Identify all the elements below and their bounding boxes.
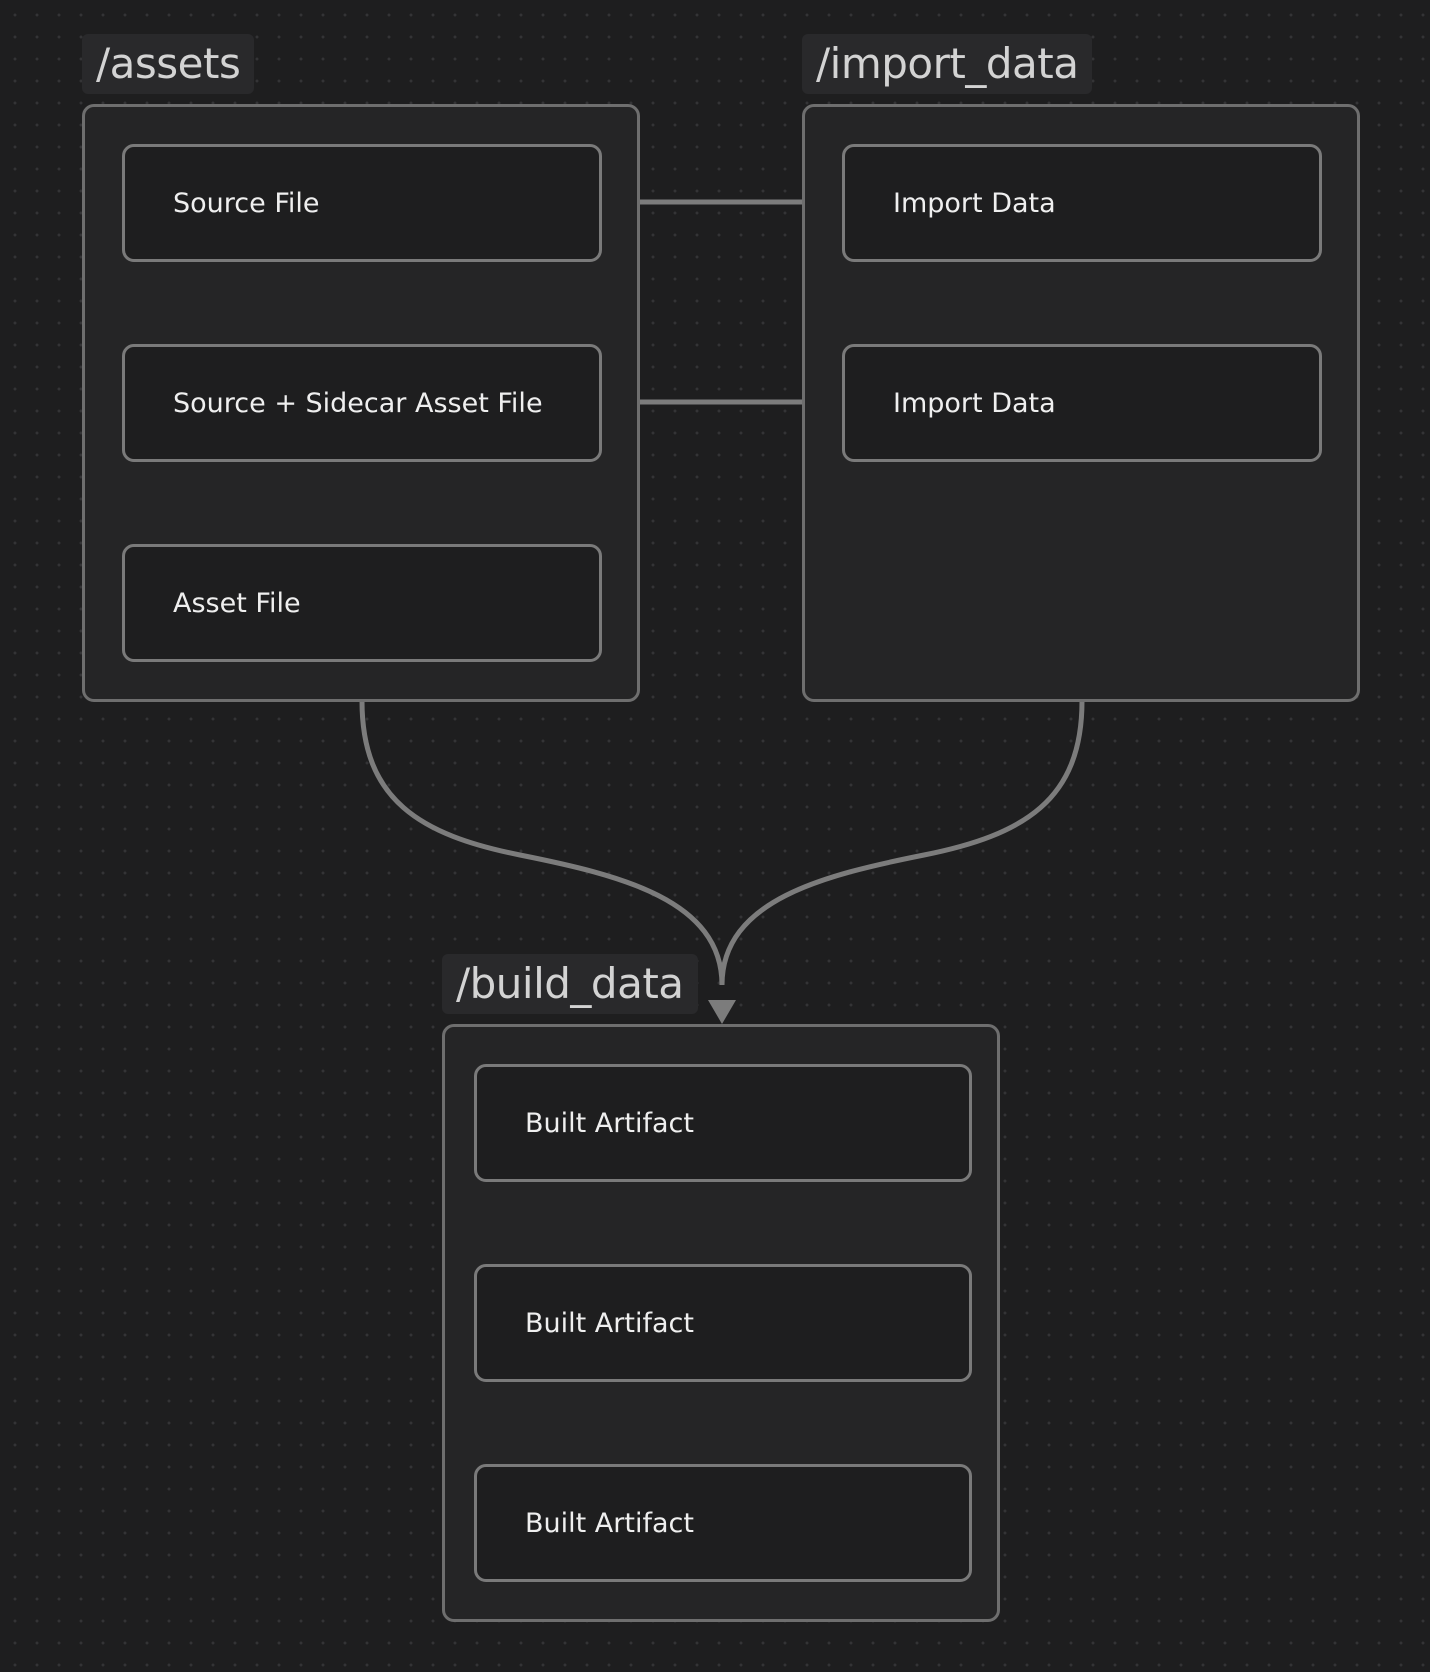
node-source-sidecar-asset-file[interactable]: Source + Sidecar Asset File bbox=[122, 344, 602, 462]
node-import-data-1[interactable]: Import Data bbox=[842, 144, 1322, 262]
group-label-import-data: /import_data bbox=[802, 34, 1093, 94]
node-built-artifact-1[interactable]: Built Artifact bbox=[474, 1064, 972, 1182]
group-label-build-data: /build_data bbox=[442, 954, 698, 1014]
node-source-file[interactable]: Source File bbox=[122, 144, 602, 262]
group-label-assets: /assets bbox=[82, 34, 255, 94]
arrowhead-to-build bbox=[708, 1000, 736, 1024]
node-built-artifact-2[interactable]: Built Artifact bbox=[474, 1264, 972, 1382]
edge-assets-to-build bbox=[359, 700, 725, 986]
diagram-canvas: /assets Source File Source + Sidecar Ass… bbox=[0, 0, 1430, 1672]
edge-import-to-build bbox=[719, 700, 1085, 986]
node-asset-file[interactable]: Asset File bbox=[122, 544, 602, 662]
node-import-data-2[interactable]: Import Data bbox=[842, 344, 1322, 462]
node-built-artifact-3[interactable]: Built Artifact bbox=[474, 1464, 972, 1582]
